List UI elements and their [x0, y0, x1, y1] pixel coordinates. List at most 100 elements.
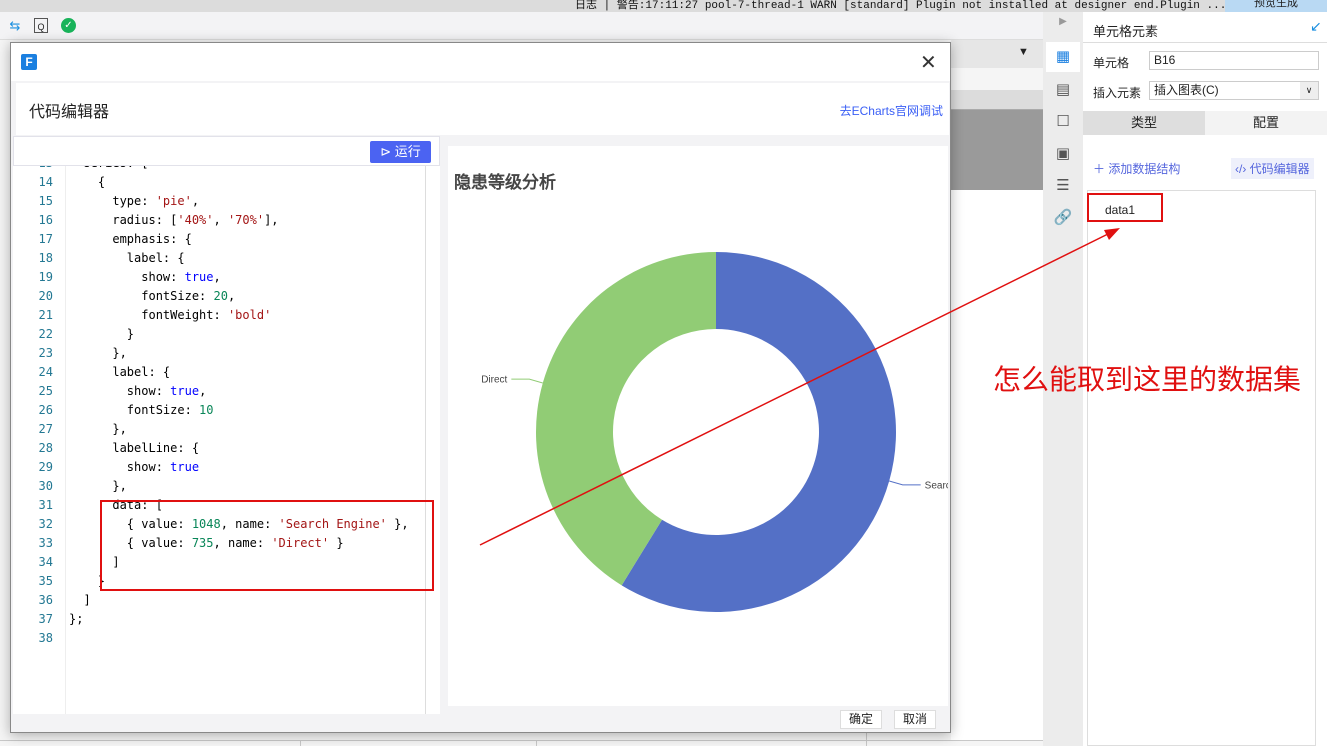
code-token: 10: [199, 403, 214, 417]
close-icon[interactable]: ✕: [920, 50, 937, 75]
code-token: series: [: [69, 166, 148, 170]
code-token: show:: [69, 384, 171, 398]
play-icon: ⊳: [380, 144, 395, 159]
collapse-icon[interactable]: ↙: [1310, 18, 1322, 35]
code-line: {: [69, 175, 105, 189]
dataset-item[interactable]: data1: [1105, 203, 1135, 217]
code-line: { value: 1048, name: 'Search Engine' },: [69, 517, 409, 531]
code-token: { value:: [69, 517, 192, 531]
cancel-button[interactable]: 取消: [894, 710, 936, 729]
code-line: fontSize: 20,: [69, 289, 235, 303]
code-token: data: [: [69, 498, 163, 512]
slice-label: Searc...: [925, 480, 948, 491]
code-token: ,: [213, 213, 228, 227]
line-number: 22: [38, 327, 53, 341]
panel-title: 单元格元素: [1093, 24, 1159, 39]
insert-value: 插入图表(C): [1154, 83, 1219, 97]
code-token: 20: [213, 289, 228, 303]
code-line: fontWeight: 'bold': [69, 308, 271, 322]
dataset-list: data1: [1087, 190, 1316, 746]
cell-input[interactable]: B16: [1149, 51, 1319, 70]
line-number: 24: [38, 365, 53, 379]
check-icon[interactable]: ✓: [61, 18, 76, 33]
code-editor-button[interactable]: ‹/› 代码编辑器: [1231, 158, 1314, 179]
line-number: 17: [38, 232, 53, 246]
slice-label: Direct: [481, 375, 507, 386]
line-number: 15: [38, 194, 53, 208]
code-icon: ‹/›: [1235, 162, 1250, 176]
line-number: 30: [38, 479, 53, 493]
code-line: show: true: [69, 460, 199, 474]
add-data-button[interactable]: ＋ 添加数据结构: [1093, 160, 1180, 177]
line-number: 38: [38, 631, 53, 645]
line-number: 36: [38, 593, 53, 607]
line-number: 20: [38, 289, 53, 303]
line-number: 14: [38, 175, 53, 189]
swap-icon[interactable]: ⇆: [7, 18, 23, 34]
code-token: show:: [69, 270, 185, 284]
line-number: 29: [38, 460, 53, 474]
code-token: 1048: [191, 517, 221, 531]
code-token: 'Search Engine': [278, 517, 387, 531]
ok-button[interactable]: 确定: [840, 710, 882, 729]
code-token: true: [184, 270, 214, 284]
code-token: },: [69, 479, 127, 493]
widget-icon[interactable]: ▣: [1053, 144, 1073, 164]
condition-icon[interactable]: ☰: [1053, 176, 1073, 196]
code-line: label: {: [69, 365, 170, 379]
tab-type[interactable]: 类型: [1083, 111, 1205, 135]
line-number: 33: [38, 536, 53, 550]
grid-line: [300, 740, 301, 746]
code-token: '40%': [177, 213, 214, 227]
code-token: },: [69, 422, 127, 436]
line-number: 28: [38, 441, 53, 455]
preview-button[interactable]: 预览生成: [1225, 0, 1327, 12]
run-button[interactable]: ⊳ 运行: [370, 141, 431, 163]
code-token: ],: [264, 213, 279, 227]
line-number: 31: [38, 498, 53, 512]
border-icon[interactable]: ☐: [1053, 112, 1073, 132]
preview-icon[interactable]: Q: [34, 18, 48, 33]
code-token: true: [170, 384, 200, 398]
code-line: { value: 735, name: 'Direct' }: [69, 536, 344, 550]
log-text: 日志 | 警告:17:11:27 pool-7-thread-1 WARN [s…: [575, 0, 1227, 12]
format-icon[interactable]: ▼: [1018, 46, 1029, 58]
code-editor-dialog: F ✕ 代码编辑器 去ECharts官网调试 ⊳ 运行 13 series: […: [10, 42, 951, 733]
insert-select[interactable]: 插入图表(C) ∨: [1149, 81, 1319, 100]
code-line: labelLine: {: [69, 441, 199, 455]
run-label: 运行: [394, 144, 421, 159]
cell-label: 单元格: [1093, 56, 1130, 70]
code-token: ,: [199, 384, 207, 398]
chevron-down-icon[interactable]: ∨: [1300, 82, 1318, 99]
code-token: }: [69, 574, 106, 588]
code-editor-label: 代码编辑器: [1249, 162, 1310, 176]
line-number: 16: [38, 213, 53, 227]
echarts-debug-link[interactable]: 去ECharts官网调试: [840, 102, 943, 119]
code-token: 'bold': [227, 308, 272, 322]
code-line: }: [69, 327, 134, 341]
code-editor[interactable]: ⊳ 运行 13 series: [14 {15 type: 'pie', 16 r…: [13, 136, 440, 714]
cell-element-icon[interactable]: ▦: [1053, 47, 1073, 67]
code-token: fontSize:: [69, 289, 214, 303]
add-data-label: 添加数据结构: [1108, 162, 1181, 176]
dialog-header: F ✕: [11, 43, 950, 81]
code-token: ]: [69, 555, 120, 569]
code-toolbar: ⊳ 运行: [13, 136, 440, 166]
line-number: 34: [38, 555, 53, 569]
tab-config[interactable]: 配置: [1205, 111, 1327, 135]
code-line: show: true,: [69, 270, 221, 284]
app-logo: F: [21, 54, 37, 70]
divider: [1083, 42, 1327, 43]
code-token: '70%': [227, 213, 265, 227]
line-number: 18: [38, 251, 53, 265]
line-number: 37: [38, 612, 53, 626]
ruler: [951, 90, 1043, 110]
code-line: ]: [69, 593, 90, 607]
code-token: fontWeight:: [69, 308, 228, 322]
cell-attr-icon[interactable]: ▤: [1053, 80, 1073, 100]
expand-icon[interactable]: ▶: [1053, 12, 1073, 32]
link-icon[interactable]: 🔗: [1053, 208, 1073, 228]
code-line: show: true,: [69, 384, 207, 398]
line-number: 27: [38, 422, 53, 436]
insert-label: 插入元素: [1093, 86, 1142, 100]
